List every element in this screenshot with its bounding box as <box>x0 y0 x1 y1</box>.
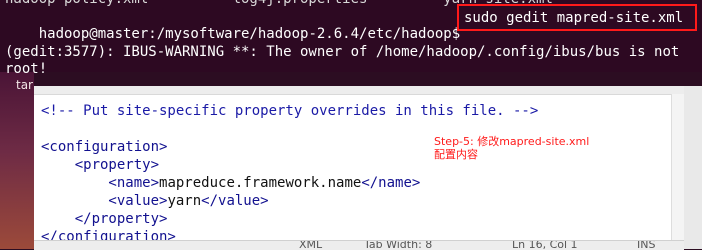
terminal-warning-continued: root! <box>5 61 48 77</box>
editor-scrollbar[interactable] <box>671 94 684 244</box>
terminal-warning: (gedit:3577): IBUS-WARNING **: The owner… <box>5 44 680 60</box>
desktop-icon-label: tar <box>16 78 33 92</box>
value-open-tag: <value> <box>41 193 168 209</box>
name-value: mapreduce.framework.name <box>159 175 362 191</box>
editor-line-name: <name>mapreduce.framework.name</name> <box>41 174 420 192</box>
editor-line-property-open: <property> <box>41 157 160 173</box>
name-close-tag: </name> <box>361 175 421 191</box>
editor-line-configuration-open: <configuration> <box>41 139 168 155</box>
value-close-tag: </value> <box>201 193 269 209</box>
step-annotation: Step-5: 修改mapred-site.xml 配置内容 <box>434 135 589 161</box>
terminal-command-highlight: sudo gedit mapred-site.xml <box>457 4 697 31</box>
editor-line-comment: <!-- Put site-specific property override… <box>41 103 539 119</box>
text-editor-area[interactable]: <!-- Put site-specific property override… <box>34 94 672 245</box>
editor-line-property-close: </property> <box>41 211 168 227</box>
editor-line-value: <value>yarn</value> <box>41 192 269 210</box>
name-open-tag: <name> <box>41 175 160 191</box>
gedit-window: <!-- Put site-specific property override… <box>34 86 684 249</box>
annotation-line-1: Step-5: 修改mapred-site.xml <box>434 135 590 148</box>
terminal-window[interactable]: hadoop-policy.xml log4j.properties yarn-… <box>0 0 702 77</box>
desktop-background <box>0 72 34 249</box>
value-value: yarn <box>167 193 202 209</box>
annotation-line-2: 配置内容 <box>434 148 478 161</box>
window-edge <box>684 86 702 249</box>
terminal-prompt: hadoop@master:/mysoftware/hadoop-2.6.4/e… <box>38 26 461 42</box>
